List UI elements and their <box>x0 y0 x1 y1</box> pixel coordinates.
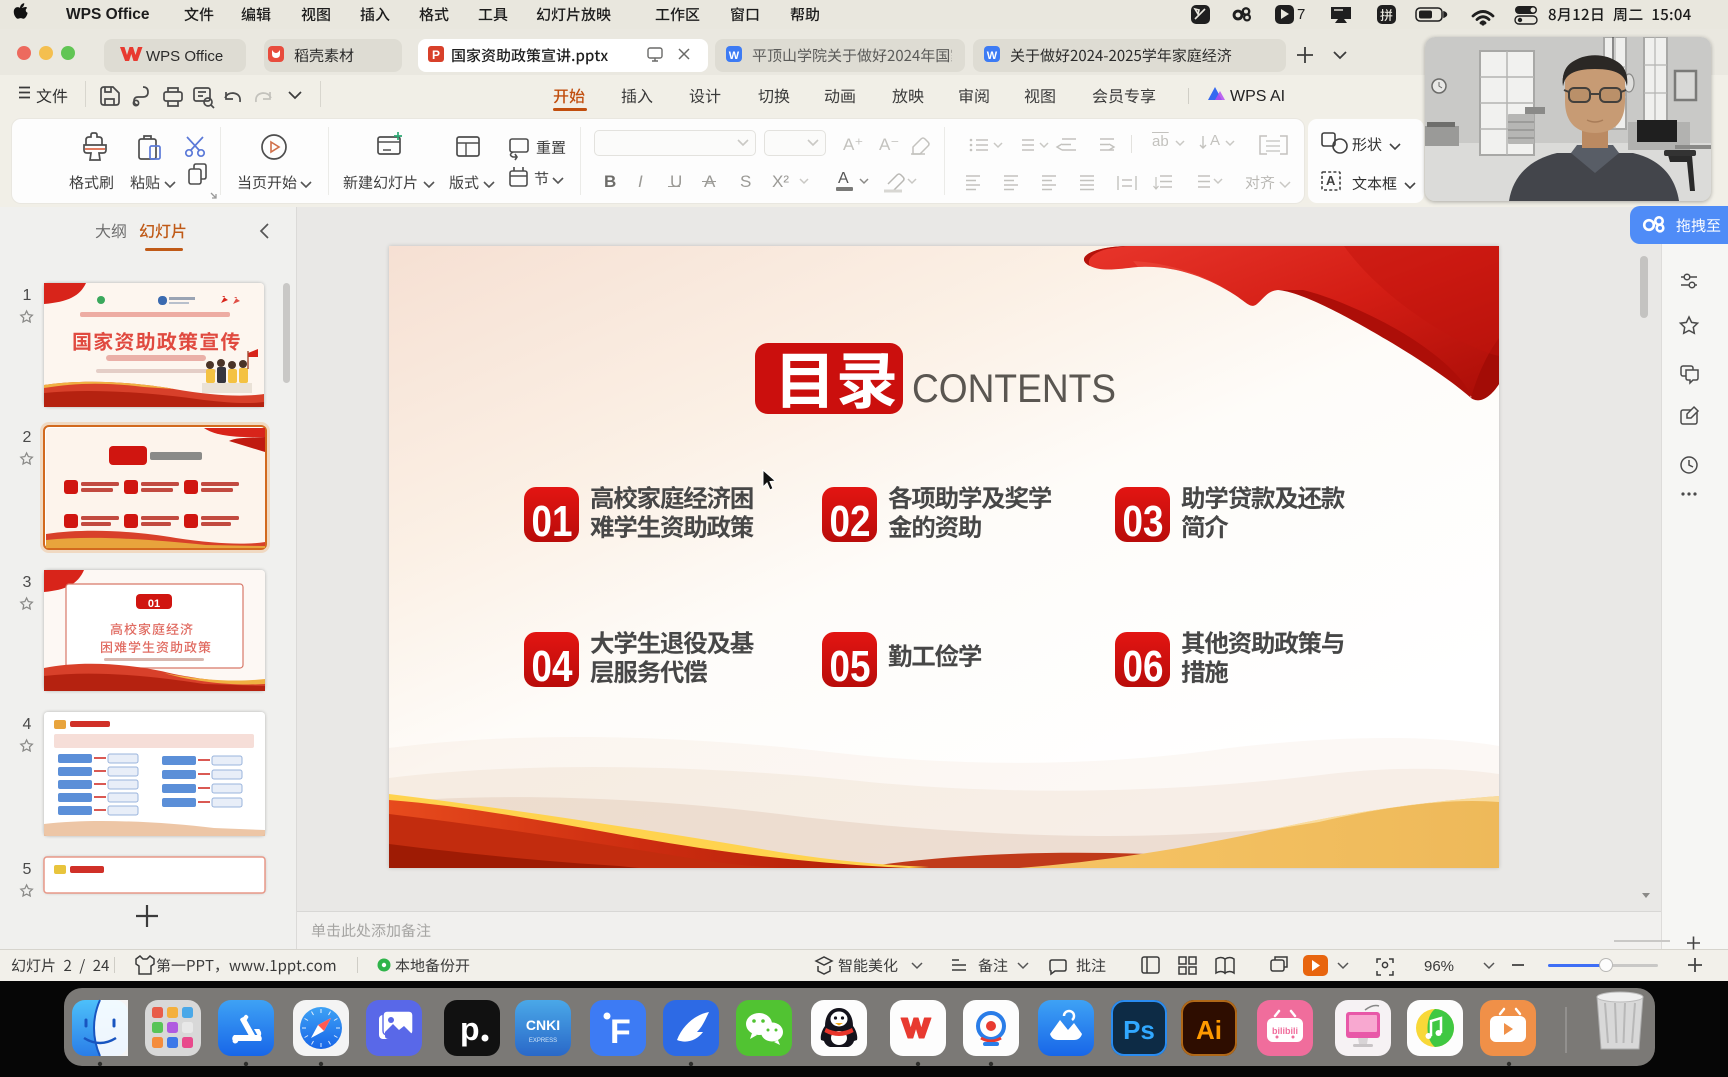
svg-text:EXPRESS: EXPRESS <box>529 1038 557 1044</box>
svg-text:Ps: Ps <box>1123 1015 1155 1045</box>
svg-text:Ai: Ai <box>1196 1015 1222 1045</box>
svg-text:bilibili: bilibili <box>1272 1026 1298 1036</box>
svg-text:CNKI: CNKI <box>526 1017 560 1033</box>
svg-text:p: p <box>460 1011 480 1047</box>
svg-text:F: F <box>610 1013 631 1051</box>
